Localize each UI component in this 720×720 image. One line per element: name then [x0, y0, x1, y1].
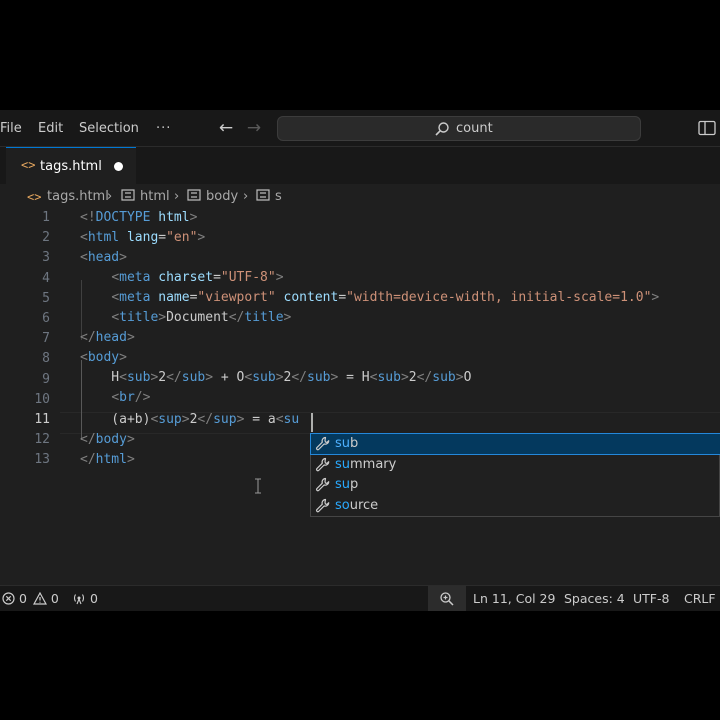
- element-icon: [187, 189, 201, 201]
- suggestion-rest: b: [350, 436, 359, 451]
- mouse-ibeam-cursor: [255, 478, 261, 494]
- chevron-right-icon: ›: [243, 189, 249, 204]
- line-number: 10: [34, 391, 50, 407]
- suggestion-match: su: [335, 436, 351, 451]
- tab-tags-html[interactable]: <> tags.html: [6, 147, 136, 184]
- ports-count: 0: [89, 591, 98, 606]
- line-number: 4: [42, 270, 50, 286]
- element-icon: [121, 189, 135, 201]
- search-icon: [435, 122, 449, 136]
- line-number: 3: [42, 250, 50, 266]
- wrench-icon: [315, 498, 330, 512]
- suggestion-label: sup: [335, 475, 358, 495]
- status-bar: 0 0 0 Ln 11, Col 29 Spaces: 4 UTF-8 CRLF: [0, 585, 720, 611]
- menu-more[interactable]: ···: [156, 110, 171, 147]
- suggestion-match: so: [335, 497, 350, 513]
- code-line[interactable]: </html>: [80, 450, 135, 470]
- code-line[interactable]: </body>: [80, 430, 135, 450]
- forward-arrow-icon[interactable]: →: [244, 118, 264, 138]
- error-icon: [2, 592, 15, 605]
- suggestion-item[interactable]: sub: [310, 433, 720, 455]
- suggestion-label: source: [335, 496, 378, 516]
- code-line[interactable]: <meta charset="UTF-8">: [80, 268, 283, 288]
- line-number: 2: [42, 230, 50, 246]
- code-line[interactable]: (a+b)<sup>2</sup> = a<su: [80, 410, 299, 430]
- unsaved-dot-icon[interactable]: [114, 162, 123, 171]
- suggestion-match: su: [335, 477, 351, 492]
- line-number: 5: [42, 290, 50, 306]
- breadcrumb-body: body: [206, 189, 239, 204]
- wrench-icon: [315, 457, 330, 471]
- html-file-icon: <>: [21, 158, 36, 172]
- suggestion-rest: mmary: [350, 456, 397, 472]
- text-cursor: [311, 413, 313, 432]
- line-number: 7: [42, 331, 50, 347]
- menu-selection[interactable]: Selection: [79, 110, 139, 147]
- back-arrow-icon[interactable]: ←: [216, 118, 236, 138]
- code-line[interactable]: <head>: [80, 248, 127, 268]
- line-number: 12: [34, 432, 50, 448]
- zoom-indicator[interactable]: [428, 586, 466, 611]
- breadcrumb: <> tags.html › html › body › s: [0, 184, 720, 210]
- menu-edit[interactable]: Edit: [38, 110, 63, 147]
- wrench-icon: [315, 436, 330, 451]
- search-text: count: [456, 121, 493, 136]
- command-center-search[interactable]: count: [277, 116, 641, 141]
- code-line[interactable]: <meta name="viewport" content="width=dev…: [80, 288, 659, 308]
- code-line[interactable]: <title>Document</title>: [80, 308, 291, 328]
- autocomplete-suggestions[interactable]: sub summary sup source: [310, 433, 720, 517]
- tab-bar: <> tags.html: [0, 147, 720, 184]
- code-line[interactable]: <br/>: [80, 388, 150, 408]
- code-line[interactable]: <body>: [80, 348, 127, 368]
- breadcrumb-s: s: [275, 189, 282, 204]
- code-editor[interactable]: 1 2 3 4 5 6 7 8 9 10 11 12 13 <!DOCTYPE html> <html …: [0, 210, 720, 585]
- end-of-line[interactable]: CRLF: [684, 586, 716, 611]
- code-line[interactable]: <!DOCTYPE html>: [80, 208, 197, 228]
- encoding[interactable]: UTF-8: [633, 586, 669, 611]
- html-file-icon: <>: [27, 190, 42, 204]
- editor-window: File Edit Selection ··· ← → count <> tag…: [0, 110, 720, 611]
- line-number: 8: [42, 351, 50, 367]
- title-bar: File Edit Selection ··· ← → count: [0, 110, 720, 147]
- breadcrumb-html-group[interactable]: html: [120, 184, 170, 210]
- code-line[interactable]: H<sub>2</sub> + O<sub>2</sub> = H<sub>2<…: [80, 368, 471, 388]
- breadcrumb-body-group[interactable]: body: [186, 184, 238, 210]
- line-number: 9: [42, 371, 50, 387]
- suggestion-rest: p: [350, 477, 359, 492]
- breadcrumb-file[interactable]: tags.html: [47, 184, 109, 210]
- tab-label: tags.html: [40, 159, 102, 174]
- error-count: 0: [18, 591, 27, 606]
- suggestion-item[interactable]: source: [311, 496, 720, 516]
- problems-indicator[interactable]: 0 0: [2, 586, 59, 611]
- suggestion-label: sub: [335, 434, 358, 454]
- zoom-icon: [440, 592, 454, 606]
- breadcrumb-s-group[interactable]: s: [255, 184, 282, 210]
- element-icon: [256, 189, 270, 201]
- toggle-sidebar-icon[interactable]: [698, 120, 716, 136]
- chevron-right-icon: ›: [174, 189, 180, 204]
- suggestion-item[interactable]: sup: [311, 475, 720, 495]
- cursor-position[interactable]: Ln 11, Col 29: [473, 586, 555, 611]
- line-number: 1: [42, 210, 50, 225]
- code-line[interactable]: </head>: [80, 328, 135, 348]
- line-number: 11: [34, 412, 50, 427]
- warning-icon: [32, 591, 47, 605]
- indentation[interactable]: Spaces: 4: [564, 586, 625, 611]
- ports-indicator[interactable]: 0: [72, 586, 98, 611]
- antenna-icon: [73, 594, 85, 605]
- warning-count: 0: [50, 591, 59, 606]
- line-number: 6: [42, 311, 50, 326]
- suggestion-rest: urce: [349, 497, 379, 513]
- chevron-right-icon: ›: [107, 189, 113, 204]
- breadcrumb-html: html: [140, 189, 170, 204]
- code-line[interactable]: <html lang="en">: [80, 228, 205, 248]
- line-number: 13: [34, 452, 50, 468]
- suggestion-item[interactable]: summary: [311, 455, 720, 475]
- suggestion-label: summary: [335, 455, 396, 475]
- menu-file[interactable]: File: [0, 110, 22, 147]
- wrench-icon: [315, 477, 330, 492]
- suggestion-match: su: [335, 456, 351, 472]
